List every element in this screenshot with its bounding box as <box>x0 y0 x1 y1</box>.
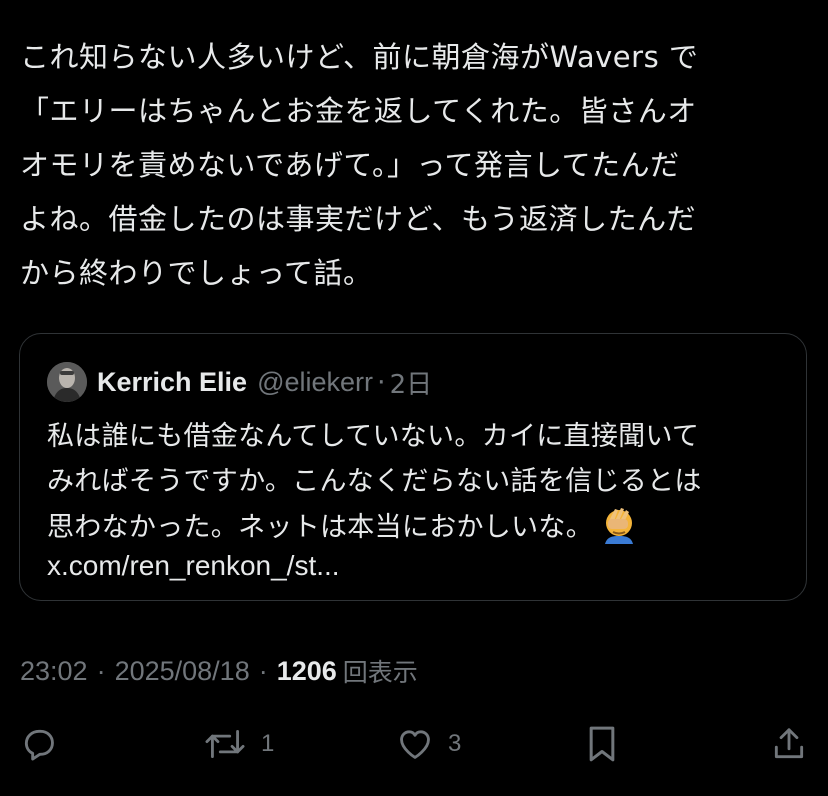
person-avatar-icon <box>47 362 87 402</box>
repost-button[interactable]: 1 <box>203 720 274 768</box>
post-date[interactable]: 2025/08/18 <box>115 656 250 687</box>
quoted-author-name[interactable]: Kerrich Elie <box>97 367 247 398</box>
bookmark-icon <box>589 726 615 762</box>
reply-icon <box>24 729 54 761</box>
like-count: 3 <box>448 730 462 757</box>
post-text: これ知らない人多いけど、前に朝倉海がWavers で 「エリーはちゃんとお金を返… <box>20 40 699 290</box>
quoted-post-card[interactable]: Kerrich Elie @eliekerr · 2日 私は誰にも借金なんてして… <box>19 333 807 601</box>
quoted-post-body: 私は誰にも借金なんてしていない。カイに直接聞いて みればそうですか。こんなくだら… <box>47 414 787 550</box>
share-icon <box>774 728 804 759</box>
quoted-post-time[interactable]: 2日 <box>390 364 433 401</box>
action-bar: 1 3 <box>0 720 828 768</box>
quoted-author-handle[interactable]: @eliekerr <box>257 367 373 398</box>
meta-separator: · <box>96 655 106 686</box>
share-button[interactable] <box>770 720 808 768</box>
meta-separator: · <box>258 655 268 686</box>
views-count: 1206 <box>276 655 337 686</box>
like-button[interactable]: 3 <box>396 720 461 768</box>
face-palm-emoji-icon <box>599 504 639 544</box>
post-time[interactable]: 23:02 <box>20 656 88 687</box>
quoted-post-link[interactable]: x.com/ren_renkon_/st... <box>47 550 340 582</box>
header-separator: · <box>377 366 386 398</box>
bookmark-button[interactable] <box>584 720 620 768</box>
post-meta: 23:02 · 2025/08/18 · 1206 回表示 <box>20 651 418 691</box>
views-label: 回表示 <box>342 658 418 687</box>
quoted-post-header: Kerrich Elie @eliekerr · 2日 <box>47 362 432 402</box>
avatar[interactable] <box>47 362 87 402</box>
repost-count: 1 <box>261 730 275 757</box>
reply-button[interactable] <box>20 720 58 768</box>
repost-icon <box>205 730 245 758</box>
heart-icon <box>400 730 430 759</box>
